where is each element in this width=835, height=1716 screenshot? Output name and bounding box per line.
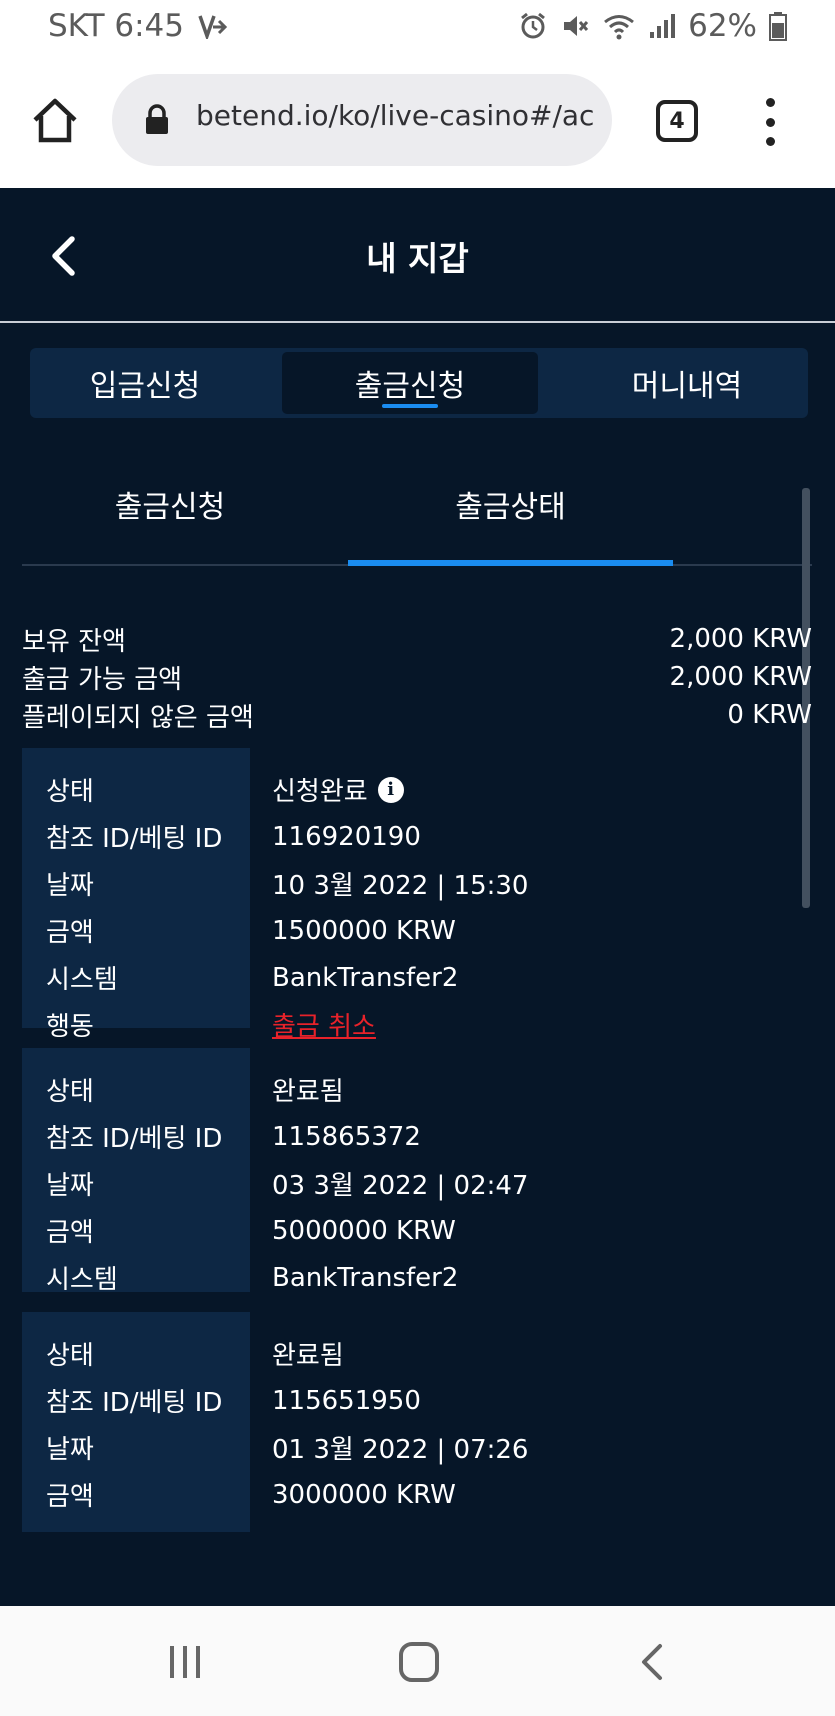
row-value: BankTransfer2 [272, 962, 459, 993]
wifi-icon [602, 11, 636, 41]
browser-toolbar: betend.io/ko/live-casino#/acc 4 [0, 58, 835, 188]
row-label: 시스템 [46, 965, 118, 995]
row-label: 참조 ID/베팅 ID [46, 1124, 223, 1154]
page-title: 내 지갑 [366, 239, 469, 278]
active-subtab-indicator [348, 560, 673, 566]
vpn-icon [198, 13, 228, 39]
summary-label: 보유 잔액 [22, 626, 126, 657]
active-tab-indicator [382, 404, 438, 408]
card-row-date: 날짜 03 3월 2022 | 02:47 [22, 1160, 812, 1207]
row-label: 금액 [46, 1218, 94, 1248]
row-value: BankTransfer2 [272, 1262, 459, 1293]
summary-value: 2,000 KRW [669, 624, 812, 654]
row-label: 참조 ID/베팅 ID [46, 1388, 223, 1418]
row-label: 날짜 [46, 1171, 94, 1201]
tab-money-history[interactable]: 머니내역 [570, 352, 804, 414]
battery-icon [769, 11, 787, 41]
card-row-status: 상태 신청완료 i [22, 766, 812, 813]
row-label: 상태 [46, 1077, 94, 1107]
row-value: 116920190 [272, 821, 421, 852]
row-label: 상태 [46, 777, 94, 807]
row-label: 금액 [46, 918, 94, 948]
row-value: 신청완료 i [272, 771, 404, 808]
summary-value: 2,000 KRW [669, 662, 812, 692]
row-label: 행동 [46, 1012, 94, 1042]
url-text[interactable]: betend.io/ko/live-casino#/acc [196, 99, 596, 132]
subtab-label: 출금신청 [114, 490, 226, 525]
row-label: 날짜 [46, 1435, 94, 1465]
row-value: 완료됨 [272, 1077, 344, 1107]
tab-withdraw-request[interactable]: 출금신청 [282, 352, 538, 414]
carrier-time: SKT 6:45 [48, 8, 185, 44]
back-nav-icon[interactable] [628, 1642, 678, 1682]
alarm-icon [518, 11, 548, 41]
battery-percent: 62% [688, 8, 757, 44]
page-header: 내 지갑 [0, 188, 835, 323]
mute-icon [560, 11, 590, 41]
signal-icon [648, 12, 676, 40]
card-row-amount: 금액 3000000 KRW [22, 1471, 812, 1518]
subtab-withdraw-status[interactable]: 출금상태 [348, 444, 673, 566]
status-bar: SKT 6:45 62% [0, 0, 835, 58]
card-row-ref: 참조 ID/베팅 ID 115651950 [22, 1377, 812, 1424]
wallet-tabs: 입금신청 출금신청 머니내역 [30, 348, 808, 418]
summary-value: 0 KRW [727, 700, 812, 730]
row-label: 시스템 [46, 1265, 118, 1295]
subtab-label: 출금상태 [455, 490, 566, 525]
tab-label: 출금신청 [354, 369, 466, 404]
tab-deposit-request[interactable]: 입금신청 [34, 352, 256, 414]
card-row-date: 날짜 01 3월 2022 | 07:26 [22, 1424, 812, 1471]
summary-row-withdrawable: 출금 가능 금액 2,000 KRW [22, 658, 812, 696]
home-nav-icon[interactable] [394, 1642, 444, 1682]
summary-label: 플레이되지 않은 금액 [22, 702, 254, 733]
balance-summary: 보유 잔액 2,000 KRW 출금 가능 금액 2,000 KRW 플레이되지… [22, 620, 812, 734]
withdrawal-card: 상태 완료됨 참조 ID/베팅 ID 115651950 날짜 01 3월 20… [22, 1312, 812, 1532]
summary-row-unplayed: 플레이되지 않은 금액 0 KRW [22, 696, 812, 734]
row-label: 금액 [46, 1482, 94, 1512]
summary-row-balance: 보유 잔액 2,000 KRW [22, 620, 812, 658]
card-row-status: 상태 완료됨 [22, 1066, 812, 1113]
withdrawal-card: 상태 신청완료 i 참조 ID/베팅 ID 116920190 날짜 10 3월… [22, 748, 812, 1042]
card-row-date: 날짜 10 3월 2022 | 15:30 [22, 860, 812, 907]
tab-label: 입금신청 [89, 369, 201, 404]
wallet-page: 내 지갑 입금신청 출금신청 머니내역 출금신청 출금상태 보유 잔액 2,00… [0, 188, 835, 1606]
row-label: 상태 [46, 1341, 94, 1371]
card-row-system: 시스템 BankTransfer2 [22, 1254, 812, 1301]
withdrawal-list: 상태 신청완료 i 참조 ID/베팅 ID 116920190 날짜 10 3월… [22, 748, 812, 1552]
row-value: 5000000 KRW [272, 1215, 456, 1246]
row-value: 1500000 KRW [272, 915, 456, 946]
row-value: 3000000 KRW [272, 1479, 456, 1510]
lock-icon [144, 104, 170, 140]
row-value: 완료됨 [272, 1341, 344, 1371]
card-row-amount: 금액 1500000 KRW [22, 907, 812, 954]
info-icon[interactable]: i [377, 776, 404, 803]
row-label: 참조 ID/베팅 ID [46, 824, 223, 854]
card-row-action: 행동 출금 취소 [22, 1001, 812, 1048]
card-row-ref: 참조 ID/베팅 ID 116920190 [22, 813, 812, 860]
tab-label: 머니내역 [631, 369, 743, 404]
card-row-ref: 참조 ID/베팅 ID 115865372 [22, 1113, 812, 1160]
cancel-withdrawal-link[interactable]: 출금 취소 [272, 1006, 376, 1043]
card-row-status: 상태 완료됨 [22, 1330, 812, 1377]
row-value: 10 3월 2022 | 15:30 [272, 871, 529, 901]
card-row-amount: 금액 5000000 KRW [22, 1207, 812, 1254]
recent-apps-icon[interactable] [160, 1642, 210, 1682]
tab-switcher-button[interactable]: 4 [656, 100, 698, 142]
withdraw-sub-tabs: 출금신청 출금상태 [22, 444, 812, 566]
row-value: 115651950 [272, 1385, 421, 1416]
withdrawal-card: 상태 완료됨 참조 ID/베팅 ID 115865372 날짜 03 3월 20… [22, 1048, 812, 1295]
home-icon[interactable] [30, 96, 80, 146]
row-value: 115865372 [272, 1121, 421, 1152]
address-bar[interactable]: betend.io/ko/live-casino#/acc [112, 74, 612, 166]
card-row-system: 시스템 BankTransfer2 [22, 954, 812, 1001]
subtab-withdraw-request[interactable]: 출금신청 [22, 444, 318, 564]
more-options-icon[interactable] [762, 98, 778, 146]
summary-label: 출금 가능 금액 [22, 664, 183, 695]
status-text: 신청완료 [272, 777, 368, 807]
system-nav-bar [0, 1606, 835, 1716]
row-label: 날짜 [46, 871, 94, 901]
row-value: 03 3월 2022 | 02:47 [272, 1171, 529, 1201]
row-value: 01 3월 2022 | 07:26 [272, 1435, 529, 1465]
